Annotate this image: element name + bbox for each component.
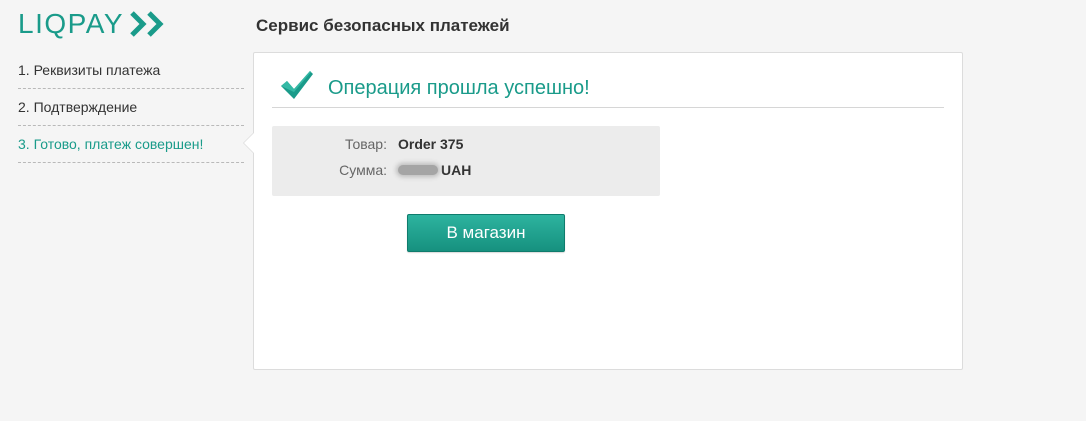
payment-details: Товар: Order 375 Сумма: UAH <box>272 126 660 196</box>
amount-currency: UAH <box>441 162 472 178</box>
step-label: 1. Реквизиты платежа <box>18 62 161 78</box>
product-label: Товар: <box>345 136 387 152</box>
double-chevron-right-icon <box>130 11 164 37</box>
product-row: Товар: Order 375 <box>272 134 660 154</box>
logo-text: LIQPAY <box>18 8 125 39</box>
amount-value: UAH <box>398 160 471 180</box>
blurred-amount <box>398 165 438 176</box>
success-message: Операция прошла успешно! <box>328 77 590 99</box>
step-label: 2. Подтверждение <box>18 99 138 115</box>
panel-pointer <box>243 132 254 154</box>
amount-label: Сумма: <box>339 162 387 178</box>
back-to-shop-button[interactable]: В магазин <box>407 214 565 252</box>
payment-steps: 1. Реквизиты платежа 2. Подтверждение 3.… <box>18 52 244 163</box>
step-confirmation: 2. Подтверждение <box>18 89 244 126</box>
liqpay-logo[interactable]: LIQPAY <box>18 9 171 39</box>
amount-row: Сумма: UAH <box>272 160 660 180</box>
step-payment-details: 1. Реквизиты платежа <box>18 52 244 89</box>
page-title: Сервис безопасных платежей <box>256 16 510 35</box>
checkmark-icon <box>281 71 313 99</box>
success-header: Операция прошла успешно! <box>272 65 944 108</box>
step-done: 3. Готово, платеж совершен! <box>18 126 244 163</box>
result-panel: Операция прошла успешно! Товар: Order 37… <box>243 52 963 370</box>
step-label: 3. Готово, платеж совершен! <box>18 136 204 152</box>
product-value: Order 375 <box>398 136 464 152</box>
